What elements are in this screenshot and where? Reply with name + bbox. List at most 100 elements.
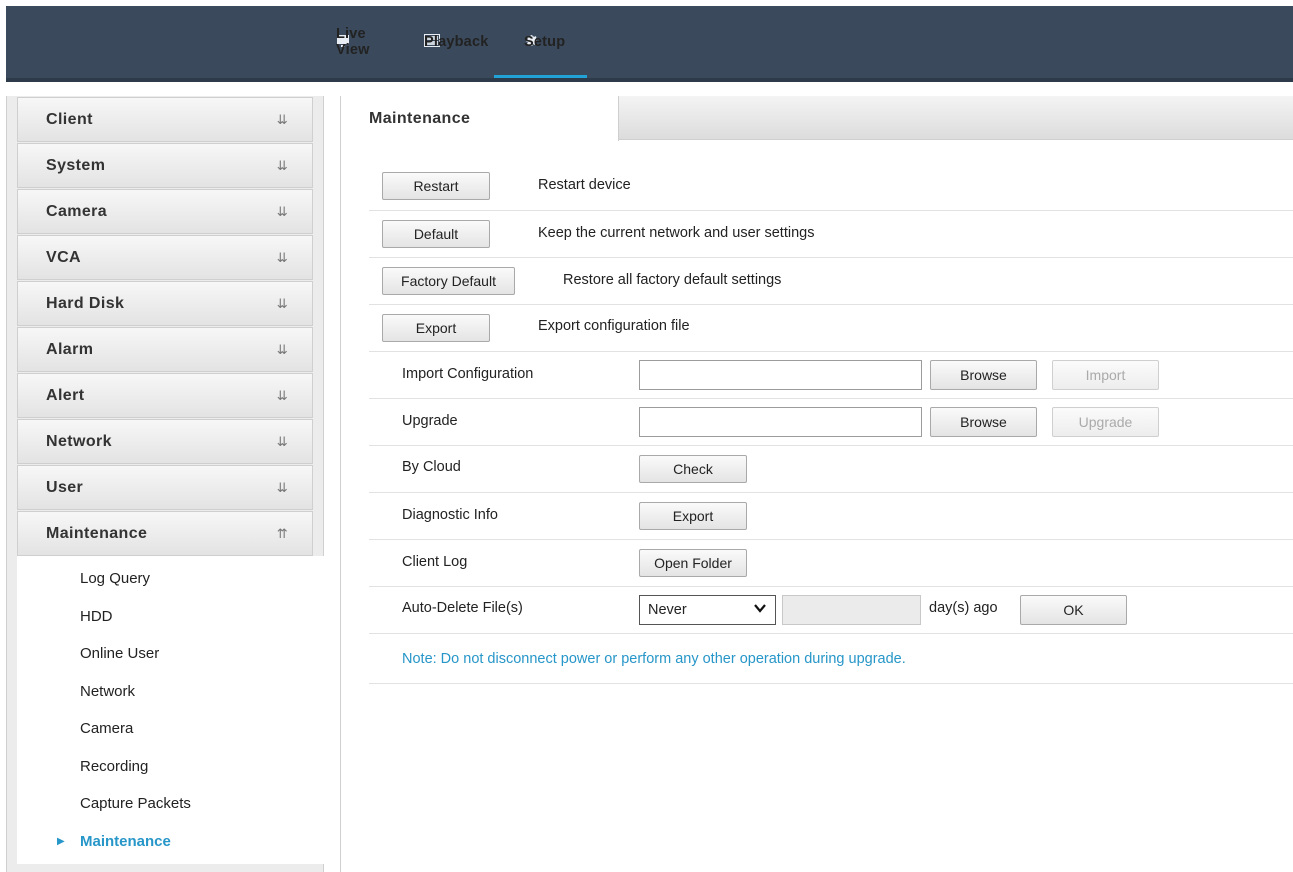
main-panel: Maintenance Restart Restart device Defau… [340,96,1293,872]
restart-description: Restart device [538,177,631,193]
sidebar-menu-label: Maintenance [46,524,148,542]
auto-delete-row: Auto-Delete File(s) Never day(s) ago OK [369,587,1293,634]
sidebar-menu-label: Alert [46,386,85,404]
sidebar-menu-hard-disk[interactable]: Hard Disk ⇊ [17,281,313,326]
sidebar-item-recording[interactable]: Recording [17,748,324,786]
default-description: Keep the current network and user settin… [538,225,815,241]
auto-delete-select[interactable]: Never [639,595,776,625]
import-config-row: Import Configuration Browse Import [369,352,1293,399]
sidebar-item-label: Camera [80,720,134,738]
chevron-down-icon [753,601,767,618]
factory-default-row: Factory Default Restore all factory defa… [369,258,1293,305]
top-nav-bar: Live View Playback Setup [6,6,1293,82]
chevron-down-double-icon: ⇊ [276,295,288,311]
nav-playback[interactable]: Playback [384,6,488,78]
nav-live-view-label: Live View [336,26,370,58]
upgrade-button[interactable]: Upgrade [1052,407,1159,437]
tab-maintenance[interactable]: Maintenance [341,96,619,141]
sidebar-item-hdd[interactable]: HDD [17,598,324,636]
import-config-file-field[interactable] [639,360,922,390]
chevron-down-double-icon: ⇊ [276,203,288,219]
sidebar-menu-alert[interactable]: Alert ⇊ [17,373,313,418]
sidebar-menu-system[interactable]: System ⇊ [17,143,313,188]
sidebar-menu-maintenance[interactable]: Maintenance ⇈ [17,511,313,556]
upgrade-row: Upgrade Browse Upgrade [369,399,1293,446]
chevron-down-double-icon: ⇊ [276,433,288,449]
sidebar-menu-alarm[interactable]: Alarm ⇊ [17,327,313,372]
auto-delete-ok-button[interactable]: OK [1020,595,1127,625]
sidebar-menu-label: VCA [46,248,81,266]
check-button[interactable]: Check [639,455,747,483]
upgrade-browse-button[interactable]: Browse [930,407,1037,437]
sidebar-item-label: Capture Packets [80,795,191,813]
sidebar-item-label: HDD [80,607,113,625]
export-config-button[interactable]: Export [382,314,490,342]
sidebar-item-label: Maintenance [80,832,171,850]
sidebar: Client ⇊ System ⇊ Camera ⇊ VCA ⇊ Hard Di… [6,96,324,872]
chevron-down-double-icon: ⇊ [276,249,288,265]
cloud-row: By Cloud Check [369,446,1293,493]
tab-bar: Maintenance [341,96,1293,141]
sidebar-menu-label: Camera [46,202,108,220]
maintenance-submenu: Log Query HDD Online User Network Camera… [17,556,324,864]
sidebar-item-online-user[interactable]: Online User [17,635,324,673]
upgrade-label: Upgrade [402,413,458,429]
sidebar-item-network[interactable]: Network [17,673,324,711]
factory-default-description: Restore all factory default settings [563,272,782,288]
sidebar-menu-user[interactable]: User ⇊ [17,465,313,510]
import-browse-button[interactable]: Browse [930,360,1037,390]
sidebar-menu-label: Alarm [46,340,94,358]
restart-button[interactable]: Restart [382,172,490,200]
restart-row: Restart Restart device [369,160,1293,211]
chevron-down-double-icon: ⇊ [276,341,288,357]
upgrade-note: Note: Do not disconnect power or perform… [402,651,906,667]
diagnostic-label: Diagnostic Info [402,507,498,523]
sidebar-menu-network[interactable]: Network ⇊ [17,419,313,464]
chevron-up-double-icon: ⇈ [276,525,288,541]
sidebar-item-label: Network [80,682,136,700]
chevron-down-double-icon: ⇊ [276,479,288,495]
main-nav: Live View Playback Setup [336,6,587,78]
days-ago-label: day(s) ago [929,600,998,616]
chevron-down-double-icon: ⇊ [276,111,288,127]
sidebar-menu-label: System [46,156,106,174]
export-config-description: Export configuration file [538,318,690,334]
default-button[interactable]: Default [382,220,490,248]
nav-setup[interactable]: Setup [494,6,587,78]
sidebar-item-label: Online User [80,645,160,663]
sidebar-menu-camera[interactable]: Camera ⇊ [17,189,313,234]
sidebar-item-maintenance[interactable]: ▶ Maintenance [17,823,324,861]
sidebar-item-capture-packets[interactable]: Capture Packets [17,785,324,823]
default-row: Default Keep the current network and use… [369,211,1293,258]
sidebar-menu-label: Hard Disk [46,294,125,312]
upgrade-file-field[interactable] [639,407,922,437]
sidebar-menu-label: User [46,478,84,496]
diagnostic-export-button[interactable]: Export [639,502,747,530]
auto-delete-days-field[interactable] [782,595,921,625]
sidebar-menu-vca[interactable]: VCA ⇊ [17,235,313,280]
export-config-row: Export Export configuration file [369,305,1293,352]
auto-delete-select-value: Never [648,602,687,618]
factory-default-button[interactable]: Factory Default [382,267,515,295]
chevron-down-double-icon: ⇊ [276,387,288,403]
diagnostic-row: Diagnostic Info Export [369,493,1293,540]
sidebar-item-log-query[interactable]: Log Query [17,560,324,598]
client-log-row: Client Log Open Folder [369,540,1293,587]
nav-live-view[interactable]: Live View [336,6,384,78]
import-config-label: Import Configuration [402,366,534,382]
open-folder-button[interactable]: Open Folder [639,549,747,577]
sidebar-item-label: Log Query [80,570,151,588]
nav-playback-label: Playback [424,34,489,50]
chevron-down-double-icon: ⇊ [276,157,288,173]
cloud-label: By Cloud [402,459,461,475]
sidebar-menu-label: Client [46,110,93,128]
tab-maintenance-label: Maintenance [369,109,471,127]
client-log-label: Client Log [402,554,468,570]
sidebar-menu-client[interactable]: Client ⇊ [17,97,313,142]
auto-delete-label: Auto-Delete File(s) [402,600,523,616]
import-button[interactable]: Import [1052,360,1159,390]
sidebar-item-label: Recording [80,757,149,775]
sidebar-item-camera[interactable]: Camera [17,710,324,748]
nav-setup-label: Setup [524,34,566,50]
caret-right-icon: ▶ [57,835,65,847]
